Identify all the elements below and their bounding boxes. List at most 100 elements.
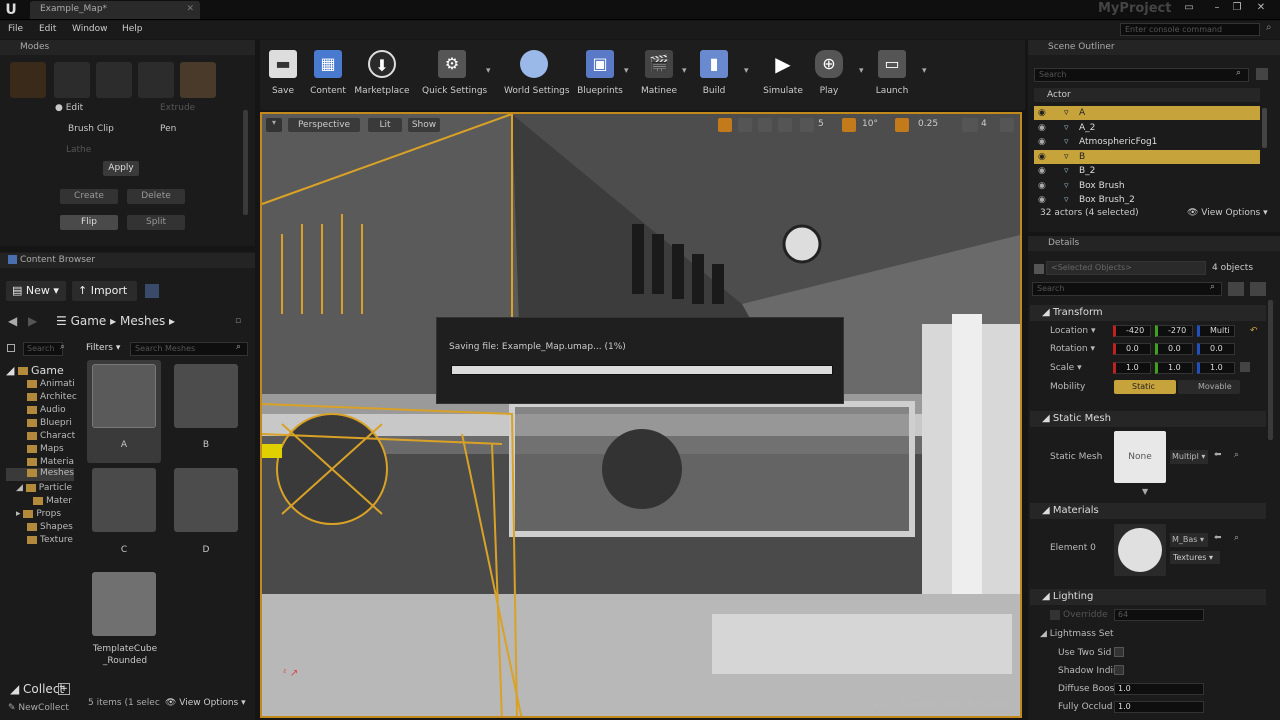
grid-size-value[interactable]: 5 bbox=[818, 119, 824, 129]
override-field[interactable]: 64 bbox=[1114, 609, 1204, 621]
tree-item[interactable]: Animati bbox=[27, 379, 75, 389]
tree-root[interactable]: ◢ Game bbox=[6, 364, 64, 377]
filters-button[interactable]: Filters ▾ bbox=[86, 343, 120, 353]
materials-section[interactable]: ◢ Materials bbox=[1030, 503, 1266, 519]
apply-button[interactable]: Apply bbox=[103, 161, 139, 176]
toolbar-build[interactable]: ▮ Build bbox=[684, 50, 744, 96]
lock-icon[interactable]: ▫ bbox=[235, 316, 247, 328]
close-window-icon[interactable]: ✕ bbox=[1254, 1, 1268, 15]
modes-scrollbar[interactable] bbox=[243, 110, 248, 215]
details-search-input[interactable]: Search bbox=[1032, 282, 1222, 296]
outliner-row[interactable]: ◉ ▿ A_2 bbox=[1034, 121, 1260, 135]
coordinate-space-icon[interactable] bbox=[778, 118, 792, 132]
lock-scale-icon[interactable] bbox=[1240, 362, 1250, 372]
search-assets-input[interactable]: Search Meshes bbox=[130, 342, 248, 356]
rotate-icon[interactable] bbox=[738, 118, 752, 132]
location-z-field[interactable]: Multi bbox=[1197, 325, 1235, 337]
maximize-icon[interactable]: ❐ bbox=[1230, 1, 1244, 15]
menu-file[interactable]: File bbox=[8, 24, 23, 34]
search-icon[interactable]: ⌕ bbox=[1266, 22, 1278, 36]
console-input[interactable]: Enter console command bbox=[1120, 23, 1260, 36]
static-mesh-section[interactable]: ◢ Static Mesh bbox=[1030, 411, 1266, 427]
save-all-icon[interactable] bbox=[145, 284, 159, 298]
place-mode-icon[interactable] bbox=[10, 62, 46, 98]
add-collection-icon[interactable]: + bbox=[58, 683, 70, 695]
scale-x-field[interactable]: 1.0 bbox=[1113, 362, 1151, 374]
scale-snap-icon[interactable] bbox=[895, 118, 909, 132]
browse-icon[interactable]: ⌕ bbox=[1234, 450, 1239, 460]
property-matrix-icon[interactable] bbox=[1228, 282, 1244, 296]
eye-icon[interactable]: ◉ bbox=[1038, 164, 1046, 178]
tree-item[interactable]: Bluepri bbox=[27, 418, 72, 428]
camera-speed-icon[interactable] bbox=[962, 118, 978, 132]
delete-button[interactable]: Delete bbox=[127, 189, 185, 204]
new-collection-item[interactable]: ✎ NewCollect bbox=[8, 703, 69, 713]
menu-window[interactable]: Window bbox=[72, 24, 108, 34]
chevron-down-icon[interactable]: ▾ bbox=[922, 66, 927, 76]
pen-option[interactable]: Pen bbox=[160, 124, 176, 134]
outliner-row[interactable]: ◉ ▿ Box Brush bbox=[1034, 179, 1260, 193]
details-scrollbar[interactable] bbox=[1268, 300, 1273, 440]
edit-radio[interactable]: ● Edit bbox=[55, 103, 83, 113]
eye-icon[interactable]: ◉ bbox=[1038, 106, 1046, 120]
eye-icon[interactable]: ◉ bbox=[1038, 121, 1046, 135]
scale-z-field[interactable]: 1.0 bbox=[1197, 362, 1235, 374]
new-button[interactable]: ▤ New ▾ bbox=[6, 281, 66, 301]
collections-header[interactable]: ◢ Collect bbox=[10, 682, 64, 696]
chevron-down-icon[interactable]: ▾ bbox=[624, 66, 629, 76]
flip-button[interactable]: Flip bbox=[60, 215, 118, 230]
location-label[interactable]: Location ▾ bbox=[1050, 326, 1095, 336]
outliner-search-input[interactable]: Search bbox=[1034, 68, 1249, 82]
forward-icon[interactable]: ▶ bbox=[28, 314, 37, 328]
rotation-snap-value[interactable]: 10° bbox=[862, 119, 878, 129]
eye-icon[interactable]: ◉ bbox=[1038, 150, 1046, 164]
search-folders-input[interactable]: Search Folders bbox=[23, 342, 63, 356]
toolbar-play[interactable]: ⊕ Play bbox=[799, 50, 859, 96]
tree-item[interactable]: Maps bbox=[27, 444, 64, 454]
maximize-viewport-icon[interactable] bbox=[1000, 118, 1014, 132]
lock-icon[interactable] bbox=[1034, 264, 1044, 274]
eye-icon[interactable] bbox=[1250, 282, 1266, 296]
eye-icon[interactable]: ◉ bbox=[1038, 179, 1046, 193]
level-viewport[interactable] bbox=[260, 112, 1022, 718]
outliner-settings-icon[interactable] bbox=[1256, 68, 1268, 80]
tree-item[interactable]: Audio bbox=[27, 405, 66, 415]
close-icon[interactable]: ✕ bbox=[186, 4, 194, 14]
tree-item-selected[interactable]: Meshes bbox=[6, 468, 74, 481]
tree-item[interactable]: Texture bbox=[27, 535, 73, 545]
landscape-mode-icon[interactable] bbox=[96, 62, 132, 98]
paint-mode-icon[interactable] bbox=[54, 62, 90, 98]
reset-location-icon[interactable]: ↶ bbox=[1250, 326, 1258, 336]
toolbar-world-settings[interactable]: World Settings bbox=[504, 50, 570, 96]
map-tab[interactable]: Example_Map* ✕ bbox=[30, 1, 200, 19]
location-y-field[interactable]: -270 bbox=[1155, 325, 1193, 337]
unreal-logo-icon[interactable]: U bbox=[2, 1, 20, 19]
tree-item[interactable]: Materia bbox=[27, 457, 74, 467]
toolbar-launch[interactable]: ▭ Launch bbox=[862, 50, 922, 96]
menu-help[interactable]: Help bbox=[122, 24, 143, 34]
lightmass-settings[interactable]: ◢ Lightmass Set bbox=[1040, 629, 1114, 639]
breadcrumb-game[interactable]: Game bbox=[71, 314, 107, 328]
outliner-row[interactable]: ◉ ▿ Box Brush_2 bbox=[1034, 193, 1260, 207]
selected-objects-field[interactable]: <Selected Objects> bbox=[1046, 261, 1206, 275]
tree-item[interactable]: ▸ Props bbox=[16, 509, 61, 519]
toolbar-blueprints[interactable]: ▣ Blueprints bbox=[570, 50, 630, 96]
mobility-static-button[interactable]: Static bbox=[1114, 380, 1176, 394]
outliner-column-actor[interactable]: Actor bbox=[1034, 88, 1260, 102]
view-options-button[interactable]: 👁 View Options ▾ bbox=[165, 698, 246, 708]
chevron-down-icon[interactable]: ▾ bbox=[744, 66, 749, 76]
expand-icon[interactable]: ▼ bbox=[1142, 487, 1148, 496]
show-button[interactable]: Show bbox=[408, 118, 440, 132]
override-checkbox[interactable] bbox=[1050, 610, 1060, 620]
viewport-options-icon[interactable]: ▾ bbox=[266, 118, 282, 132]
browse-icon[interactable]: ⌕ bbox=[1234, 533, 1239, 543]
use-selected-icon[interactable]: ⬅ bbox=[1214, 450, 1222, 460]
material-thumbnail[interactable] bbox=[1114, 524, 1166, 576]
lathe-option[interactable]: Lathe bbox=[66, 145, 91, 155]
use-selected-icon[interactable]: ⬅ bbox=[1214, 533, 1222, 543]
textures-dropdown[interactable]: Textures ▾ bbox=[1170, 551, 1220, 564]
fully-occluded-field[interactable]: 1.0 bbox=[1114, 701, 1204, 713]
chevron-down-icon[interactable]: ▾ bbox=[486, 66, 491, 76]
toolbar-quick-settings[interactable]: ⚙ Quick Settings bbox=[422, 50, 487, 96]
outliner-row[interactable]: ◉ ▿ A bbox=[1034, 106, 1260, 120]
